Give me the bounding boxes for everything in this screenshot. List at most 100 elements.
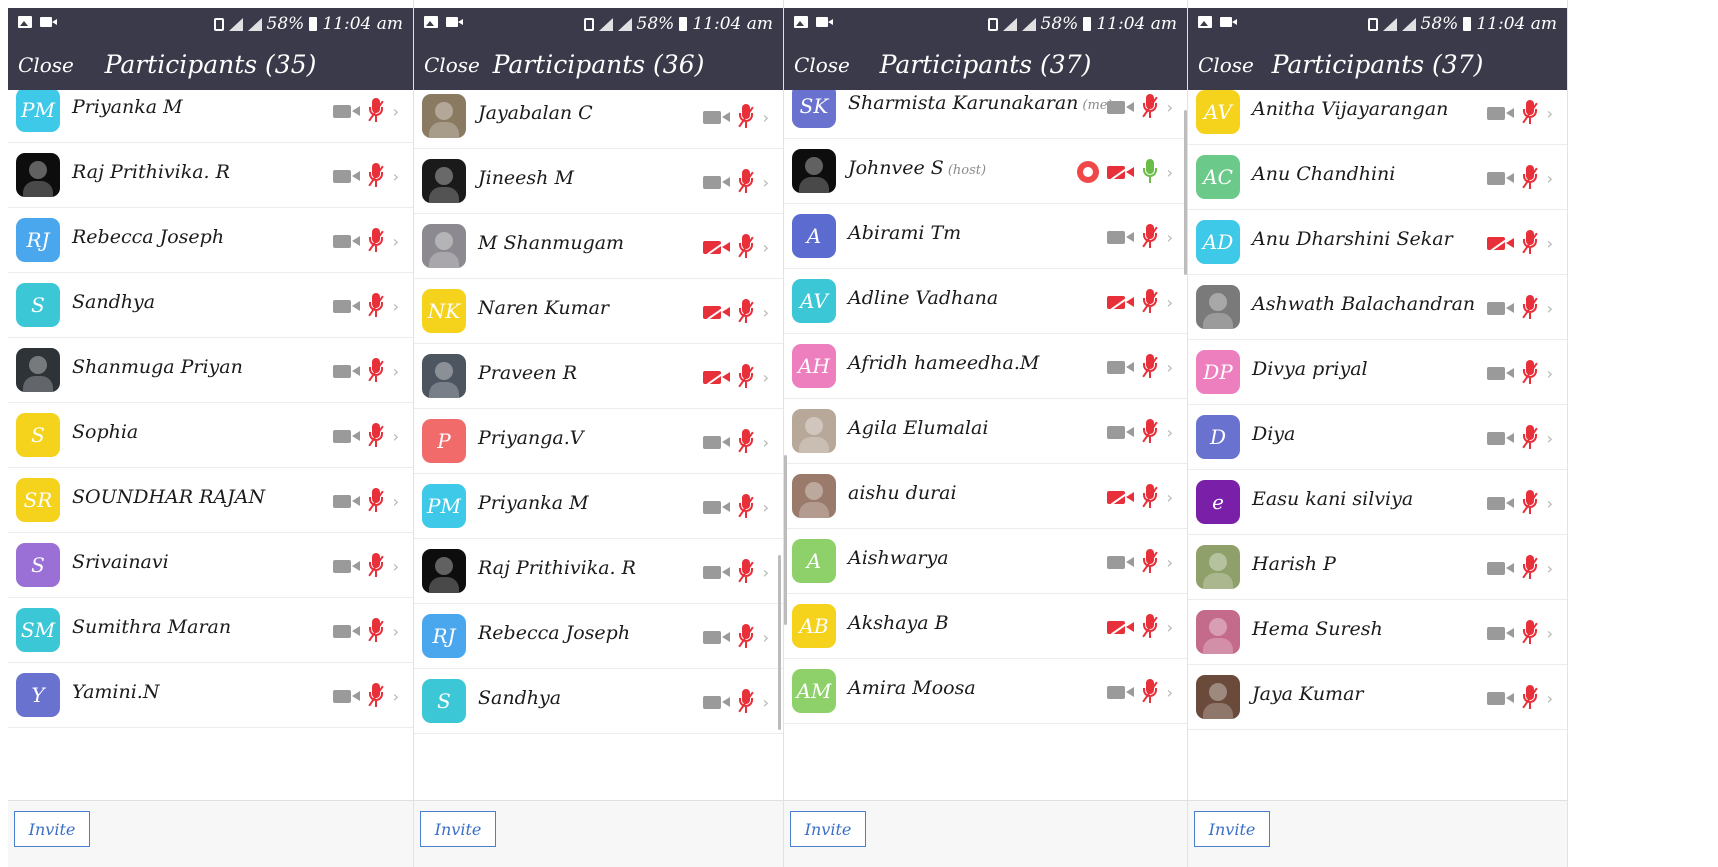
participant-row[interactable]: Shanmuga Priyan ›	[8, 338, 413, 403]
participant-row[interactable]: Ashwath Balachandran ›	[1188, 275, 1567, 340]
microphone-muted-icon[interactable]	[367, 228, 385, 254]
chevron-right-icon[interactable]: ›	[1167, 228, 1173, 247]
video-icon[interactable]	[1486, 169, 1515, 187]
video-off-icon[interactable]	[702, 238, 731, 256]
microphone-muted-icon[interactable]	[367, 358, 385, 384]
chevron-right-icon[interactable]: ›	[763, 368, 769, 387]
chevron-right-icon[interactable]: ›	[763, 498, 769, 517]
chevron-right-icon[interactable]: ›	[1547, 104, 1553, 123]
microphone-muted-icon[interactable]	[1141, 484, 1159, 510]
participant-row[interactable]: AM Amira Moosa ›	[784, 659, 1187, 724]
microphone-muted-icon[interactable]	[1141, 354, 1159, 380]
participant-row[interactable]: NK Naren Kumar ›	[414, 279, 783, 344]
microphone-muted-icon[interactable]	[367, 423, 385, 449]
video-icon[interactable]	[332, 687, 361, 705]
microphone-muted-icon[interactable]	[737, 234, 755, 260]
chevron-right-icon[interactable]: ›	[1167, 488, 1173, 507]
participant-row[interactable]: DP Divya priyal ›	[1188, 340, 1567, 405]
microphone-muted-icon[interactable]	[1141, 419, 1159, 445]
microphone-muted-icon[interactable]	[1521, 360, 1539, 386]
video-off-icon[interactable]	[1106, 293, 1135, 311]
chevron-right-icon[interactable]: ›	[1167, 423, 1173, 442]
microphone-muted-icon[interactable]	[1521, 685, 1539, 711]
invite-button[interactable]: Invite	[14, 811, 90, 847]
microphone-muted-icon[interactable]	[1521, 490, 1539, 516]
participant-row[interactable]: Jaya Kumar ›	[1188, 665, 1567, 730]
participant-row[interactable]: S Srivainavi ›	[8, 533, 413, 598]
video-icon[interactable]	[1106, 553, 1135, 571]
participant-row[interactable]: AV Anitha Vijayarangan ›	[1188, 90, 1567, 145]
chevron-right-icon[interactable]: ›	[1167, 98, 1173, 117]
participant-row[interactable]: Harish P ›	[1188, 535, 1567, 600]
chevron-right-icon[interactable]: ›	[393, 492, 399, 511]
chevron-right-icon[interactable]: ›	[1167, 683, 1173, 702]
participant-row[interactable]: AV Adline Vadhana ›	[784, 269, 1187, 334]
chevron-right-icon[interactable]: ›	[1547, 234, 1553, 253]
participant-row[interactable]: SM Sumithra Maran ›	[8, 598, 413, 663]
microphone-muted-icon[interactable]	[1141, 94, 1159, 120]
participant-row[interactable]: Raj Prithivika. R ›	[8, 143, 413, 208]
microphone-muted-icon[interactable]	[1141, 614, 1159, 640]
microphone-muted-icon[interactable]	[1521, 230, 1539, 256]
video-icon[interactable]	[1486, 104, 1515, 122]
chevron-right-icon[interactable]: ›	[393, 102, 399, 121]
video-icon[interactable]	[702, 498, 731, 516]
participant-row[interactable]: Jineesh M ›	[414, 149, 783, 214]
participant-row[interactable]: P Priyanga.V ›	[414, 409, 783, 474]
microphone-muted-icon[interactable]	[367, 488, 385, 514]
chevron-right-icon[interactable]: ›	[763, 108, 769, 127]
chevron-right-icon[interactable]: ›	[393, 622, 399, 641]
microphone-muted-icon[interactable]	[1521, 425, 1539, 451]
participant-list[interactable]: SK Sharmista Karunakaran (me) › Johnvee S (ho…	[784, 90, 1187, 801]
chevron-right-icon[interactable]: ›	[1167, 293, 1173, 312]
video-icon[interactable]	[332, 427, 361, 445]
chevron-right-icon[interactable]: ›	[1547, 299, 1553, 318]
participant-list[interactable]: AV Anitha Vijayarangan › AC Anu Chandhini › AD…	[1188, 90, 1567, 801]
participant-row[interactable]: RJ Rebecca Joseph ›	[414, 604, 783, 669]
video-off-icon[interactable]	[1106, 618, 1135, 636]
microphone-muted-icon[interactable]	[737, 169, 755, 195]
participant-row[interactable]: RJ Rebecca Joseph ›	[8, 208, 413, 273]
microphone-muted-icon[interactable]	[1141, 549, 1159, 575]
participant-row[interactable]: S Sandhya ›	[414, 669, 783, 734]
microphone-muted-icon[interactable]	[367, 293, 385, 319]
video-off-icon[interactable]	[702, 303, 731, 321]
chevron-right-icon[interactable]: ›	[1167, 358, 1173, 377]
scrollbar[interactable]	[784, 455, 787, 625]
video-off-icon[interactable]	[702, 368, 731, 386]
participant-row[interactable]: S Sophia ›	[8, 403, 413, 468]
chevron-right-icon[interactable]: ›	[763, 563, 769, 582]
video-icon[interactable]	[1106, 228, 1135, 246]
chevron-right-icon[interactable]: ›	[393, 557, 399, 576]
microphone-muted-icon[interactable]	[367, 553, 385, 579]
participant-row[interactable]: AB Akshaya B ›	[784, 594, 1187, 659]
microphone-muted-icon[interactable]	[737, 364, 755, 390]
video-icon[interactable]	[332, 362, 361, 380]
scrollbar[interactable]	[778, 555, 781, 730]
video-icon[interactable]	[332, 297, 361, 315]
video-off-icon[interactable]	[1106, 163, 1135, 181]
invite-button[interactable]: Invite	[790, 811, 866, 847]
chevron-right-icon[interactable]: ›	[393, 687, 399, 706]
video-icon[interactable]	[702, 173, 731, 191]
microphone-muted-icon[interactable]	[1521, 165, 1539, 191]
video-icon[interactable]	[1106, 683, 1135, 701]
participant-row[interactable]: Agila Elumalai ›	[784, 399, 1187, 464]
video-icon[interactable]	[332, 167, 361, 185]
chevron-right-icon[interactable]: ›	[1547, 169, 1553, 188]
microphone-muted-icon[interactable]	[1521, 555, 1539, 581]
microphone-muted-icon[interactable]	[737, 299, 755, 325]
chevron-right-icon[interactable]: ›	[393, 297, 399, 316]
microphone-muted-icon[interactable]	[737, 429, 755, 455]
microphone-muted-icon[interactable]	[367, 98, 385, 124]
participant-row[interactable]: Jayabalan C ›	[414, 90, 783, 149]
participant-row[interactable]: SK Sharmista Karunakaran (me) ›	[784, 90, 1187, 139]
video-off-icon[interactable]	[1106, 488, 1135, 506]
microphone-muted-icon[interactable]	[1521, 100, 1539, 126]
chevron-right-icon[interactable]: ›	[1167, 618, 1173, 637]
participant-row[interactable]: A Aishwarya ›	[784, 529, 1187, 594]
video-icon[interactable]	[1486, 429, 1515, 447]
participant-list[interactable]: PM Priyanka M › Raj Prithivika. R › RJ Rebecca…	[8, 90, 413, 801]
invite-button[interactable]: Invite	[420, 811, 496, 847]
microphone-muted-icon[interactable]	[367, 163, 385, 189]
